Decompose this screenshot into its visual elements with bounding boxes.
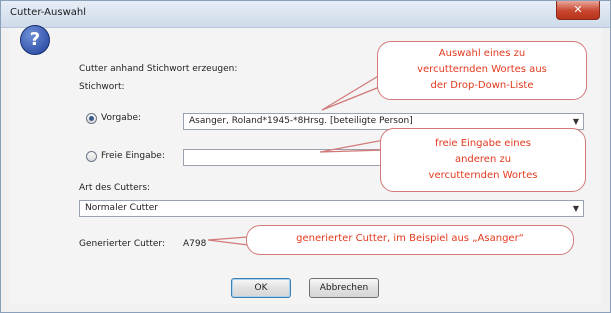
callout-dropdown-line1: Auswahl eines zu <box>438 48 526 59</box>
freie-eingabe-label: Freie Eingabe: <box>101 151 165 161</box>
callout-dropdown-line3: der Drop-Down-Liste <box>430 80 534 91</box>
chevron-down-icon[interactable]: ▼ <box>573 204 579 213</box>
generated-label: Generierter Cutter: <box>79 239 165 249</box>
freie-eingabe-radio[interactable] <box>86 151 97 162</box>
callout-freie-line3: vercutternden Wortes <box>428 170 538 181</box>
stichwort-label: Stichwort: <box>79 82 125 92</box>
question-icon: ? <box>20 25 50 55</box>
vorgabe-value: Asanger, Roland*1945-*8Hrsg. [beteiligte… <box>189 116 413 126</box>
art-value: Normaler Cutter <box>85 203 158 213</box>
art-label: Art des Cutters: <box>79 183 151 193</box>
callout-dropdown-line2: vercutternden Wortes aus <box>417 64 547 75</box>
callout-freie-line2: anderen zu <box>454 154 512 165</box>
callout-freie-eingabe: freie Eingabe eines anderen zu vercutter… <box>380 128 586 192</box>
callout-dropdown: Auswahl eines zu vercutternden Wortes au… <box>377 41 587 100</box>
callout-freie-line1: freie Eingabe eines <box>435 138 531 149</box>
vorgabe-radio[interactable] <box>86 113 97 124</box>
art-dropdown[interactable]: Normaler Cutter ▼ <box>79 200 584 217</box>
close-button[interactable]: ✕ <box>556 1 600 20</box>
heading-label: Cutter anhand Stichwort erzeugen: <box>79 64 238 74</box>
window-title: Cutter-Auswahl <box>10 7 86 18</box>
title-bar: Cutter-Auswahl ✕ <box>1 1 610 28</box>
ok-button[interactable]: OK <box>231 278 291 298</box>
generated-value: A798 <box>183 239 207 249</box>
cancel-button[interactable]: Abbrechen <box>309 278 379 298</box>
chevron-down-icon[interactable]: ▼ <box>573 117 579 126</box>
vorgabe-label: Vorgabe: <box>101 113 142 123</box>
callout-generated: generierter Cutter, im Beispiel aus „Asa… <box>246 225 574 255</box>
